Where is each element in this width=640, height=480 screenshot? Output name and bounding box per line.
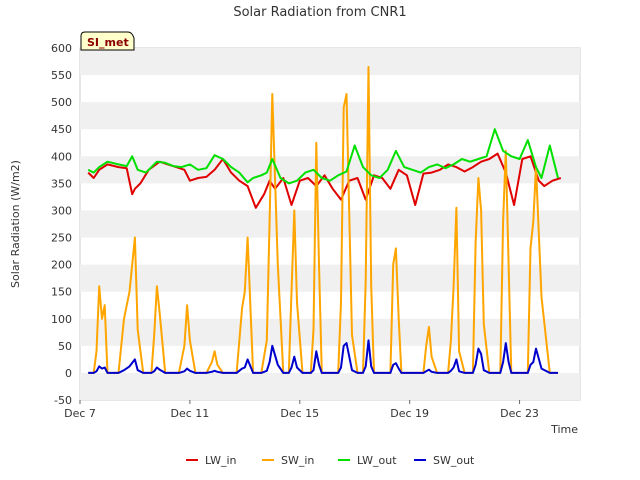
x-tick-label: Dec 7 [64,407,96,420]
x-axis-label: Time [550,423,578,436]
y-tick-label: 200 [51,259,72,272]
legend-label: LW_in [205,454,237,467]
y-tick-label: 50 [58,340,72,353]
y-axis-label: Solar Radiation (W/m2) [9,160,22,288]
y-tick-label: 100 [51,313,72,326]
chart: Solar Radiation from CNR1 -50 0 50 100 150 20… [9,5,581,467]
grid-band [80,210,580,238]
y-tick-label: 350 [51,177,72,190]
x-axis-ticks: Dec 7 Dec 11 Dec 15 Dec 19 Dec 23 [64,400,539,420]
grid-band [80,102,580,130]
y-tick-label: 600 [51,42,72,55]
y-tick-label: 450 [51,123,72,136]
chart-title: Solar Radiation from CNR1 [233,5,406,20]
grid-band [80,48,580,76]
x-tick-label: Dec 15 [280,407,319,420]
grid-band [80,264,580,292]
legend-label: SW_in [281,454,314,467]
y-tick-label: 250 [51,232,72,245]
legend-label: SW_out [433,454,475,467]
y-tick-label: 400 [51,150,72,163]
site-badge-label: SI_met [87,36,129,49]
y-axis-ticks: -50 0 50 100 150 200 250 300 350 400 450 500 550 600 [51,42,72,407]
x-tick-label: Dec 23 [500,407,539,420]
x-tick-label: Dec 19 [390,407,429,420]
y-tick-label: 550 [51,69,72,82]
y-tick-label: 0 [65,367,72,380]
y-tick-label: 300 [51,204,72,217]
y-tick-label: 150 [51,286,72,299]
legend-label: LW_out [357,454,397,467]
grid-band [80,372,580,400]
y-tick-label: -50 [54,394,72,407]
y-tick-label: 500 [51,96,72,109]
x-tick-label: Dec 11 [170,407,209,420]
legend: LW_in SW_in LW_out SW_out [186,454,475,467]
site-badge: SI_met [80,31,135,51]
